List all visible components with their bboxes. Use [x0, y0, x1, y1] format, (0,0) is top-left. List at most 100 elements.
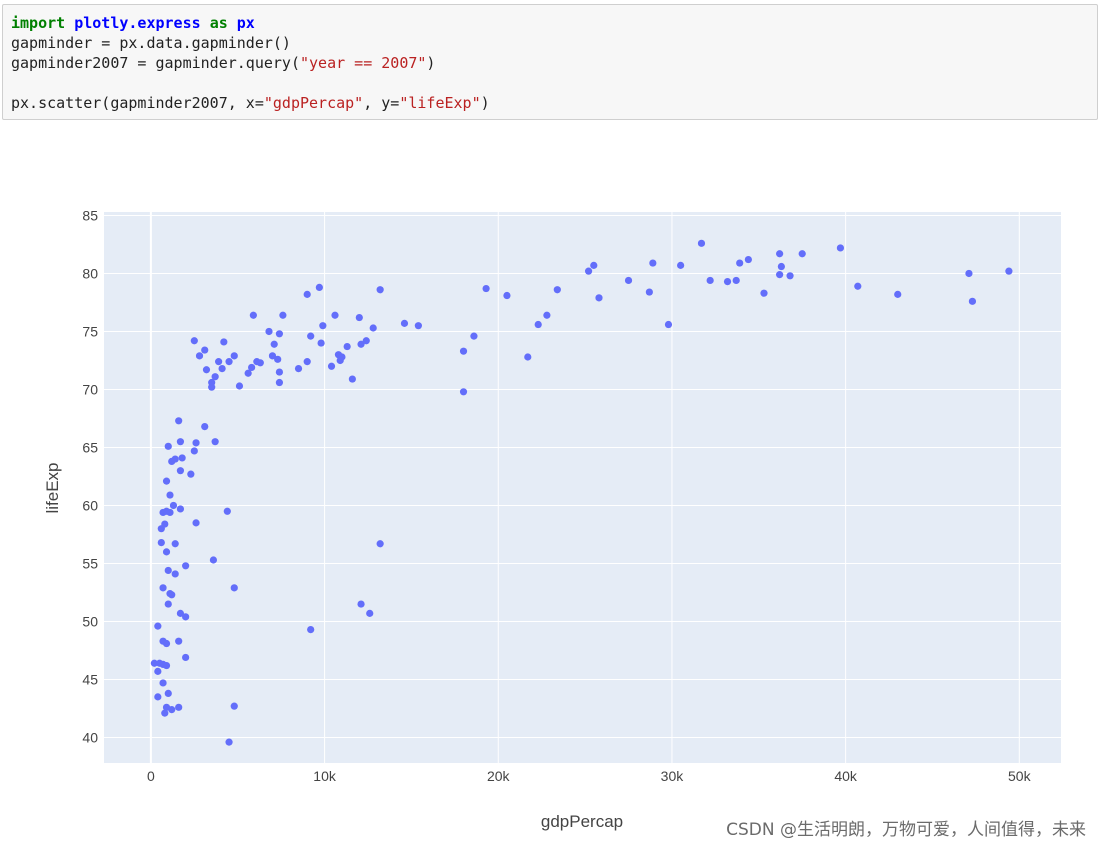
- scatter-point[interactable]: [303, 290, 311, 298]
- scatter-point[interactable]: [317, 339, 325, 347]
- scatter-point[interactable]: [162, 661, 171, 670]
- scatter-point[interactable]: [164, 689, 172, 698]
- scatter-point[interactable]: [376, 540, 384, 548]
- scatter-point[interactable]: [776, 271, 784, 279]
- scatter-point[interactable]: [595, 294, 603, 302]
- scatter-point[interactable]: [1005, 267, 1013, 275]
- scatter-point[interactable]: [400, 319, 409, 327]
- scatter-point[interactable]: [182, 653, 190, 662]
- scatter-point[interactable]: [175, 417, 183, 425]
- scatter-point[interactable]: [202, 366, 211, 374]
- scatter-point[interactable]: [965, 269, 973, 278]
- scatter-point[interactable]: [190, 447, 198, 455]
- scatter-point[interactable]: [162, 639, 171, 648]
- scatter-point[interactable]: [159, 584, 167, 592]
- scatter-point[interactable]: [225, 738, 233, 746]
- scatter-point[interactable]: [319, 322, 327, 330]
- scatter-point[interactable]: [706, 276, 714, 285]
- scatter-point[interactable]: [157, 539, 165, 547]
- scatter-point[interactable]: [182, 562, 190, 570]
- scatter-point[interactable]: [279, 311, 287, 319]
- scatter-point[interactable]: [225, 358, 233, 366]
- scatter-point[interactable]: [209, 556, 218, 564]
- scatter-point[interactable]: [249, 311, 257, 319]
- scatter-point[interactable]: [776, 250, 784, 258]
- scatter-point[interactable]: [275, 368, 284, 376]
- code-cell[interactable]: import plotly.express as px gapminder = p…: [2, 4, 1098, 120]
- scatter-point[interactable]: [553, 286, 561, 294]
- scatter-point[interactable]: [777, 262, 785, 271]
- scatter-point[interactable]: [584, 267, 593, 275]
- scatter-point[interactable]: [201, 423, 209, 431]
- scatter-point[interactable]: [524, 353, 532, 361]
- scatter-point[interactable]: [894, 290, 902, 298]
- scatter-point[interactable]: [274, 355, 282, 363]
- scatter-point[interactable]: [168, 706, 176, 714]
- scatter-point[interactable]: [265, 327, 273, 336]
- scatter-point[interactable]: [171, 455, 179, 463]
- scatter-point[interactable]: [235, 382, 244, 390]
- scatter-point[interactable]: [187, 470, 195, 478]
- scatter-point[interactable]: [355, 313, 363, 322]
- scatter-point[interactable]: [470, 332, 478, 340]
- scatter-point[interactable]: [343, 342, 351, 351]
- scatter-point[interactable]: [327, 362, 336, 370]
- scatter-point[interactable]: [223, 507, 231, 515]
- scatter-point[interactable]: [192, 519, 200, 527]
- scatter-point[interactable]: [171, 540, 179, 548]
- scatter-point[interactable]: [459, 388, 468, 396]
- scatter-point[interactable]: [357, 600, 365, 608]
- scatter-point[interactable]: [786, 272, 794, 280]
- scatter-point[interactable]: [211, 438, 219, 446]
- scatter-point[interactable]: [175, 703, 183, 711]
- scatter-point[interactable]: [376, 286, 384, 294]
- scatter-point[interactable]: [732, 276, 740, 285]
- scatter-point[interactable]: [294, 365, 303, 373]
- scatter-point[interactable]: [744, 255, 752, 264]
- scatter-point[interactable]: [190, 337, 198, 345]
- scatter-point[interactable]: [230, 352, 238, 360]
- scatter-point[interactable]: [230, 702, 238, 710]
- scatter-point[interactable]: [854, 282, 862, 290]
- scatter-point[interactable]: [176, 467, 185, 475]
- scatter-point[interactable]: [182, 613, 190, 621]
- scatter-point[interactable]: [503, 291, 511, 300]
- scatter-point[interactable]: [244, 369, 252, 377]
- scatter-point[interactable]: [736, 259, 744, 267]
- scatter-point[interactable]: [331, 311, 339, 319]
- scatter-point[interactable]: [176, 438, 185, 446]
- scatter-point[interactable]: [798, 250, 806, 258]
- scatter-point[interactable]: [366, 609, 374, 617]
- scatter-point[interactable]: [164, 442, 172, 450]
- scatter-point[interactable]: [218, 365, 226, 373]
- scatter-point[interactable]: [159, 679, 167, 687]
- scatter-point[interactable]: [275, 378, 284, 387]
- scatter-point[interactable]: [164, 566, 172, 575]
- scatter-point[interactable]: [677, 261, 685, 269]
- scatter-point[interactable]: [336, 356, 344, 365]
- scatter-point[interactable]: [649, 259, 657, 267]
- scatter-point[interactable]: [275, 330, 284, 338]
- scatter-point[interactable]: [362, 337, 370, 345]
- scatter-point[interactable]: [760, 289, 768, 297]
- scatter-point[interactable]: [154, 622, 162, 630]
- scatter-point[interactable]: [169, 501, 178, 510]
- scatter-point[interactable]: [836, 244, 845, 252]
- scatter-point[interactable]: [414, 322, 422, 330]
- scatter-point[interactable]: [697, 239, 706, 247]
- scatter-point[interactable]: [220, 338, 228, 346]
- scatter-point[interactable]: [162, 548, 171, 556]
- scatter-point[interactable]: [645, 288, 653, 296]
- scatter-point[interactable]: [192, 439, 200, 447]
- scatter-point[interactable]: [171, 570, 179, 578]
- scatter-point[interactable]: [534, 320, 542, 329]
- scatter-point[interactable]: [256, 359, 264, 367]
- scatter-point[interactable]: [175, 637, 183, 645]
- scatter-point[interactable]: [166, 491, 174, 499]
- scatter-point[interactable]: [664, 320, 673, 329]
- scatter-point[interactable]: [157, 525, 165, 533]
- scatter-point[interactable]: [348, 375, 356, 383]
- scatter-point[interactable]: [176, 505, 185, 513]
- scatter-point[interactable]: [270, 340, 278, 348]
- scatter-point[interactable]: [178, 454, 186, 462]
